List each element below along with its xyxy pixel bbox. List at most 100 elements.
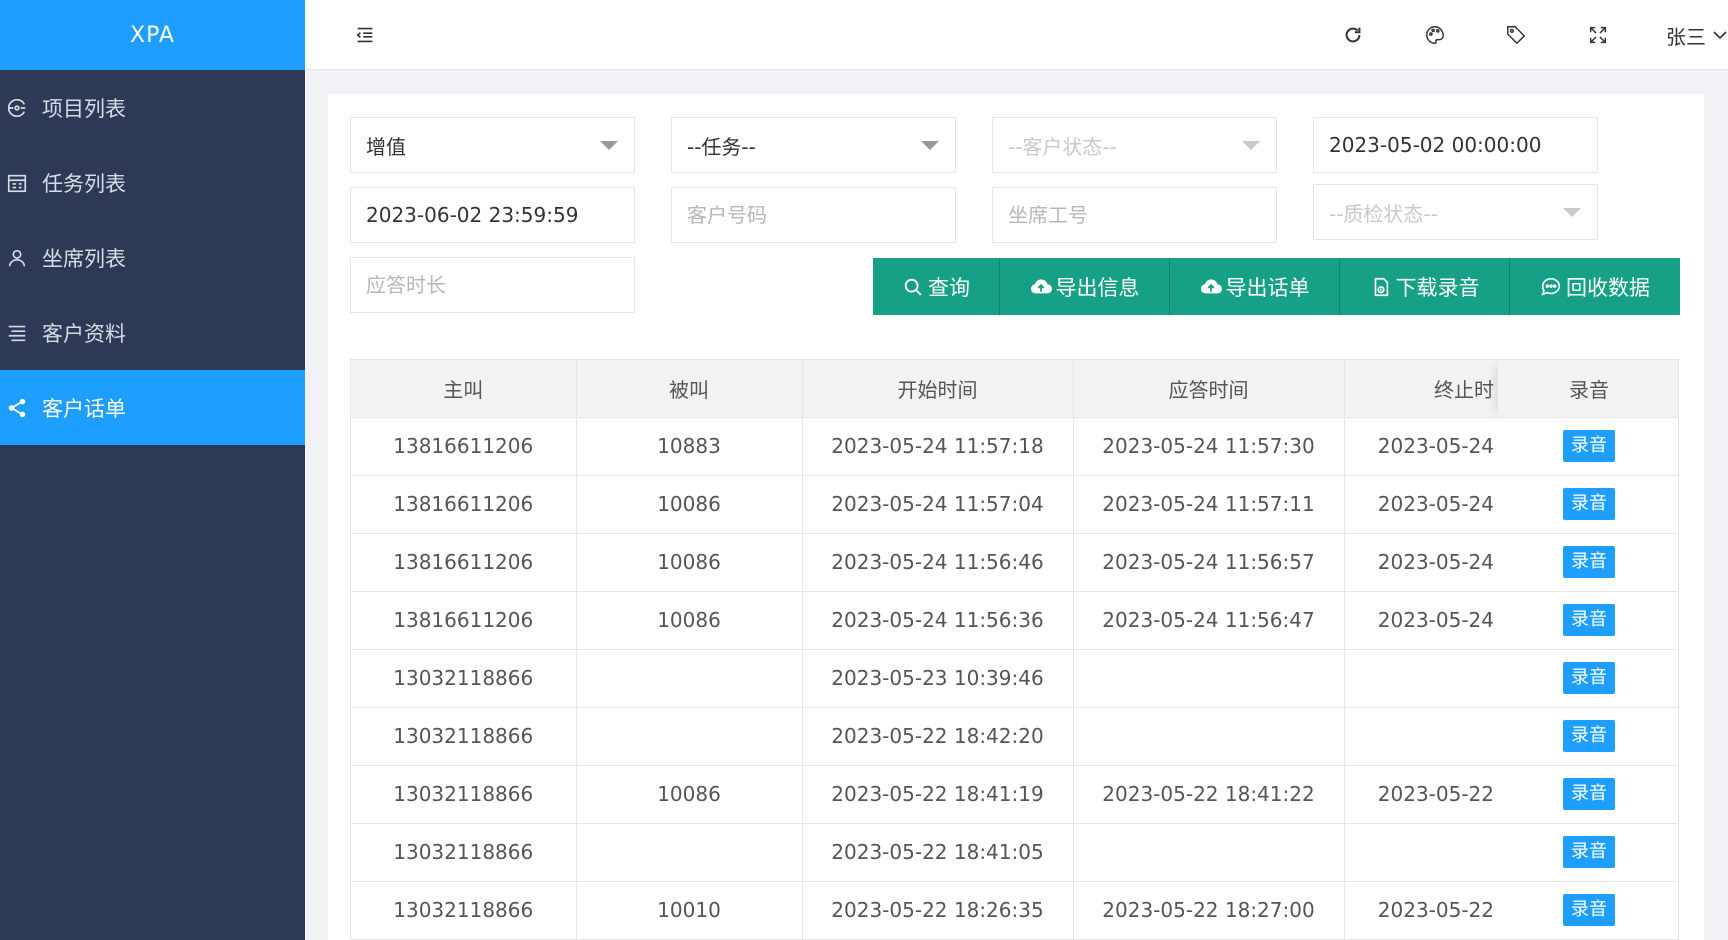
cell-start-time: 2023-05-22 18:41:19 [802, 765, 1074, 824]
cell-callee: 10086 [576, 475, 803, 534]
recording-button[interactable]: 录音 [1563, 894, 1615, 926]
sidebar-item-agents[interactable]: 坐席列表 [0, 220, 305, 295]
cell-callee: 10883 [576, 417, 803, 476]
cell-answer-time: 2023-05-24 11:57:11 [1073, 475, 1345, 534]
cell-end-time: 2023-05-24 [1344, 591, 1498, 650]
cell-callee [576, 649, 803, 708]
sidebar-item-projects[interactable]: 项目列表 [0, 70, 305, 145]
cell-answer-time [1073, 649, 1345, 708]
cell-start-time: 2023-05-22 18:42:20 [802, 707, 1074, 766]
chevron-down-icon [1713, 31, 1727, 40]
cell-answer-time: 2023-05-24 11:56:47 [1073, 591, 1345, 650]
top-header: 张三 [305, 0, 1728, 70]
recording-button[interactable]: 录音 [1563, 662, 1615, 694]
download-recording-label: 下载录音 [1395, 275, 1480, 300]
sidebar-item-tasks[interactable]: 任务列表 [0, 145, 305, 220]
cell-start-time: 2023-05-24 11:57:18 [802, 417, 1074, 476]
recording-button[interactable]: 录音 [1563, 546, 1615, 578]
cloud-upload-icon [1200, 278, 1222, 293]
cell-caller: 13816611206 [351, 417, 577, 476]
cell-answer-time [1073, 707, 1345, 766]
start-time-value: 2023-05-02 00:00:00 [1329, 133, 1542, 157]
recording-button[interactable]: 录音 [1563, 430, 1615, 462]
cell-start-time: 2023-05-22 18:41:05 [802, 823, 1074, 882]
user-menu[interactable]: 张三 [1666, 0, 1728, 70]
recording-button[interactable]: 录音 [1563, 836, 1615, 868]
cell-start-time: 2023-05-23 10:39:46 [802, 649, 1074, 708]
cell-answer-time: 2023-05-22 18:27:00 [1073, 881, 1345, 940]
cell-recording: 录音 [1498, 881, 1678, 940]
cell-end-time [1344, 707, 1498, 766]
search-icon [904, 278, 922, 295]
cloud-upload-icon [1030, 278, 1052, 293]
cell-caller: 13816611206 [351, 533, 577, 592]
user-icon [6, 247, 28, 269]
sidebar-item-customer-calls[interactable]: 客户话单 [0, 370, 305, 445]
caret-down-icon [600, 140, 618, 150]
business-type-select[interactable]: 增值 [350, 117, 635, 173]
cell-end-time: 2023-05-24 [1344, 417, 1498, 476]
cell-recording: 录音 [1498, 765, 1678, 824]
agent-id-input[interactable] [992, 187, 1277, 243]
task-select[interactable]: --任务-- [671, 117, 956, 173]
sidebar-item-label: 任务列表 [42, 171, 126, 196]
customer-status-select[interactable]: --客户状态-- [992, 117, 1277, 173]
refresh-button[interactable] [1335, 17, 1371, 53]
fullscreen-icon [1589, 26, 1607, 44]
answer-duration-input[interactable] [350, 257, 635, 313]
start-time-input[interactable]: 2023-05-02 00:00:00 [1313, 117, 1598, 173]
cell-recording: 录音 [1498, 649, 1678, 708]
theme-button[interactable] [1417, 17, 1453, 53]
refresh-icon [1345, 27, 1361, 43]
fullscreen-button[interactable] [1580, 17, 1616, 53]
header-start-time[interactable]: 开始时间 [802, 360, 1074, 418]
sidebar-item-customer-data[interactable]: 客户资料 [0, 295, 305, 370]
end-time-value: 2023-06-02 23:59:59 [366, 203, 579, 227]
recording-button[interactable]: 录音 [1563, 778, 1615, 810]
sidebar-menu: 项目列表 任务列表 坐席列表 客户资料 客户话单 [0, 70, 305, 445]
header-end-time[interactable]: 终止时 [1344, 360, 1498, 418]
query-button[interactable]: 查询 [873, 258, 1000, 315]
cell-end-time: 2023-05-22 [1344, 765, 1498, 824]
share-icon [6, 397, 28, 419]
cell-end-time: 2023-05-22 [1344, 881, 1498, 940]
cell-callee: 10086 [576, 533, 803, 592]
qc-status-select[interactable]: --质检状态-- [1313, 184, 1598, 240]
export-info-label: 导出信息 [1055, 275, 1140, 300]
recording-button[interactable]: 录音 [1563, 488, 1615, 520]
cell-callee: 10010 [576, 881, 803, 940]
caret-down-icon [921, 140, 939, 150]
tag-button[interactable] [1498, 17, 1534, 53]
cell-end-time: 2023-05-24 [1344, 533, 1498, 592]
recording-button[interactable]: 录音 [1563, 720, 1615, 752]
app-logo[interactable]: XPA [0, 0, 305, 70]
download-recording-button[interactable]: 下载录音 [1340, 258, 1510, 315]
export-calls-label: 导出话单 [1225, 275, 1310, 300]
project-icon [6, 97, 28, 119]
export-info-button[interactable]: 导出信息 [1000, 258, 1170, 315]
export-calls-button[interactable]: 导出话单 [1170, 258, 1340, 315]
header-callee[interactable]: 被叫 [576, 360, 803, 418]
cell-start-time: 2023-05-22 18:26:35 [802, 881, 1074, 940]
header-recording: 录音 [1498, 360, 1678, 418]
business-type-value: 增值 [366, 134, 406, 159]
main-card: 增值 --任务-- --客户状态-- 2023-05-02 00:00:00 2… [328, 94, 1704, 940]
table-header-row: 主叫 被叫 开始时间 应答时间 终止时 录音 [351, 360, 1678, 418]
cell-answer-time: 2023-05-24 11:57:30 [1073, 417, 1345, 476]
qc-status-value: --质检状态-- [1329, 201, 1438, 226]
cell-recording: 录音 [1498, 707, 1678, 766]
header-answer-time[interactable]: 应答时间 [1073, 360, 1345, 418]
cell-answer-time: 2023-05-22 18:41:22 [1073, 765, 1345, 824]
cell-start-time: 2023-05-24 11:57:04 [802, 475, 1074, 534]
task-icon [6, 172, 28, 194]
cell-caller: 13032118866 [351, 823, 577, 882]
customer-number-input[interactable] [671, 187, 956, 243]
end-time-input[interactable]: 2023-06-02 23:59:59 [350, 187, 635, 243]
header-caller[interactable]: 主叫 [351, 360, 577, 418]
menu-fold-button[interactable] [347, 17, 383, 53]
file-download-icon [1374, 277, 1388, 296]
recording-button[interactable]: 录音 [1563, 604, 1615, 636]
chat-bubble-icon [1541, 277, 1561, 296]
recycle-data-button[interactable]: 回收数据 [1510, 258, 1680, 315]
cell-end-time: 2023-05-24 [1344, 475, 1498, 534]
